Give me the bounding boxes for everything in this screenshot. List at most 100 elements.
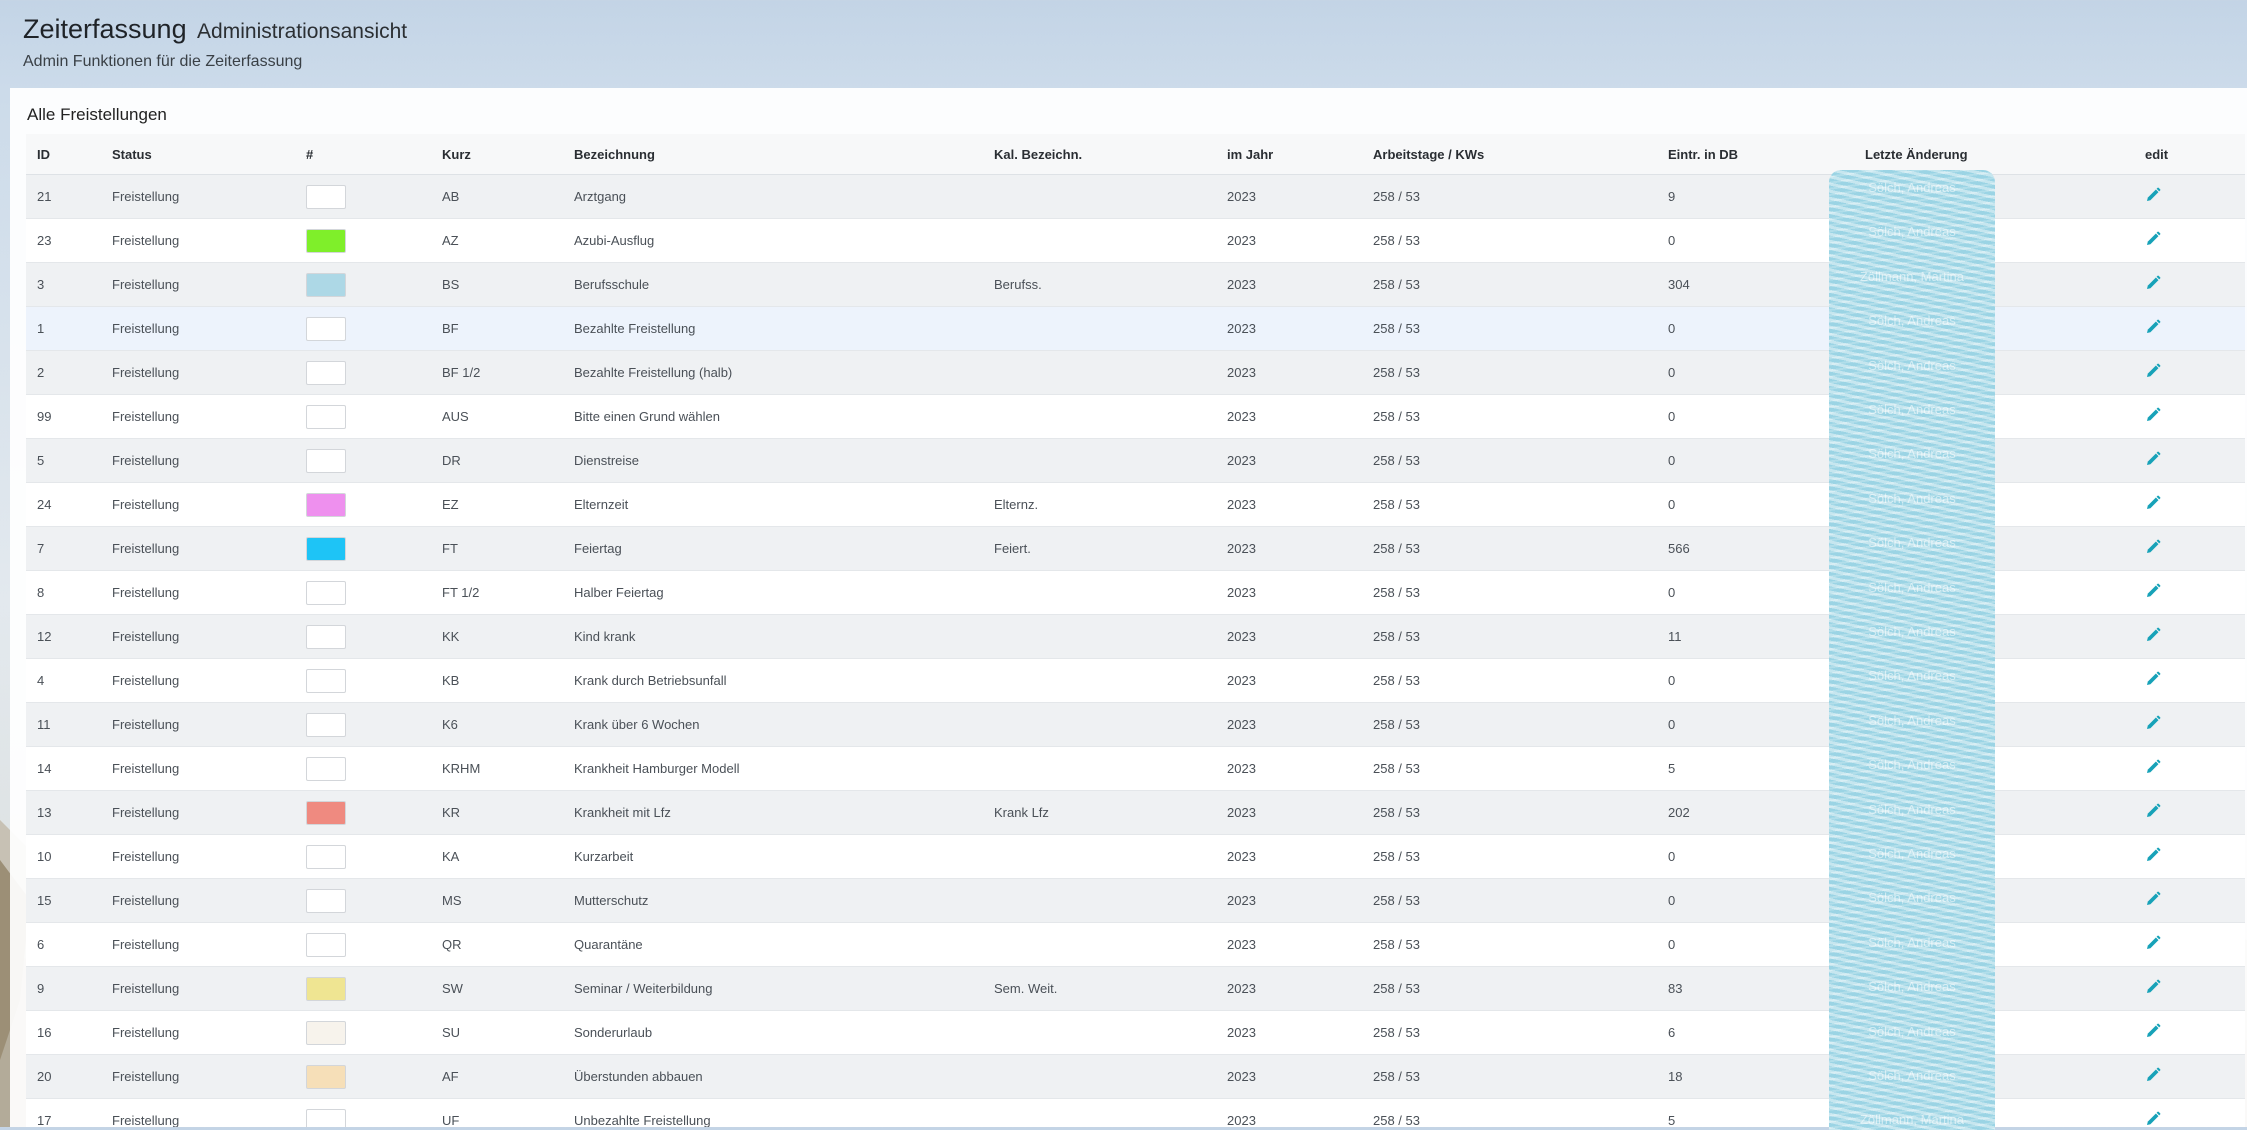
redacted-name: Sölch, Andreas [1868,1068,1956,1083]
color-swatch [306,624,346,649]
pencil-icon[interactable] [2145,671,2161,690]
cell-bezeichnung: Krank über 6 Wochen [563,702,983,747]
cell-jahr: 2023 [1216,438,1362,483]
column-header-col-color[interactable]: # [295,134,431,175]
color-swatch [306,316,346,341]
pencil-icon[interactable] [2145,451,2161,470]
color-swatch [306,1020,346,1045]
cell-jahr: 2023 [1216,614,1362,659]
cell-color [295,966,431,1011]
cell-kal-bezeichnung [983,174,1216,219]
cell-status: Freistellung [101,746,295,791]
cell-jahr: 2023 [1216,790,1362,835]
column-header-col-jahr[interactable]: im Jahr [1216,134,1362,175]
column-header-col-status[interactable]: Status [101,134,295,175]
cell-color [295,394,431,439]
pencil-icon[interactable] [2145,407,2161,426]
column-header-col-letzte-aenderung[interactable]: Letzte Änderung [1854,134,2134,175]
cell-status: Freistellung [101,306,295,351]
cell-arbeitstage: 258 / 53 [1362,350,1657,395]
cell-kurz: EZ [431,482,563,527]
cell-bezeichnung: Krankheit mit Lfz [563,790,983,835]
pencil-icon[interactable] [2145,187,2161,206]
color-swatch [306,1108,346,1127]
color-swatch [306,976,346,1001]
color-swatch [306,448,346,473]
pencil-icon[interactable] [2145,759,2161,778]
cell-kal-bezeichnung [983,1054,1216,1099]
cell-kal-bezeichnung [983,702,1216,747]
cell-edit [2134,394,2245,439]
column-header-col-bezeichnung[interactable]: Bezeichnung [563,134,983,175]
column-header-col-kal-bezeichnung[interactable]: Kal. Bezeichn. [983,134,1216,175]
cell-status: Freistellung [101,218,295,263]
cell-arbeitstage: 258 / 53 [1362,174,1657,219]
pencil-icon[interactable] [2145,583,2161,602]
cell-id: 2 [26,350,101,395]
cell-eintraege: 5 [1657,746,1854,791]
cell-id: 21 [26,174,101,219]
pencil-icon[interactable] [2145,1023,2161,1042]
redacted-name: Sölch, Andreas [1868,535,1956,551]
cell-color [295,658,431,703]
cell-kal-bezeichnung [983,746,1216,791]
cell-color [295,834,431,879]
redacted-name: Sölch, Andreas [1868,934,1956,950]
cell-kurz: KA [431,834,563,879]
cell-eintraege: 0 [1657,438,1854,483]
column-header-col-id[interactable]: ID [26,134,101,175]
pencil-icon[interactable] [2145,891,2161,910]
pencil-icon[interactable] [2145,979,2161,998]
cell-kal-bezeichnung [983,658,1216,703]
cell-jahr: 2023 [1216,1010,1362,1055]
cell-color [295,482,431,527]
pencil-icon[interactable] [2145,1067,2161,1086]
color-swatch [306,756,346,781]
cell-color [295,878,431,923]
cell-color [295,790,431,835]
cell-kurz: AF [431,1054,563,1099]
column-header-col-edit[interactable]: edit [2134,134,2245,175]
cell-kal-bezeichnung [983,438,1216,483]
page-header: Zeiterfassung Administrationsansicht Adm… [0,0,2247,88]
page-title: Zeiterfassung Administrationsansicht [23,14,407,45]
cell-jahr: 2023 [1216,658,1362,703]
cell-id: 10 [26,834,101,879]
color-swatch [306,844,346,869]
pencil-icon[interactable] [2145,319,2161,338]
pencil-icon[interactable] [2145,627,2161,646]
pencil-icon[interactable] [2145,847,2161,866]
cell-kurz: KB [431,658,563,703]
cell-kurz: BS [431,262,563,307]
pencil-icon[interactable] [2145,803,2161,822]
redacted-name: Sölch, Andreas [1868,801,1956,817]
color-swatch [306,360,346,385]
cell-arbeitstage: 258 / 53 [1362,1010,1657,1055]
cell-kal-bezeichnung [983,1098,1216,1127]
cell-arbeitstage: 258 / 53 [1362,394,1657,439]
cell-jahr: 2023 [1216,746,1362,791]
pencil-icon[interactable] [2145,231,2161,250]
cell-id: 14 [26,746,101,791]
column-header-col-arbeitstage[interactable]: Arbeitstage / KWs [1362,134,1657,175]
pencil-icon[interactable] [2145,495,2161,514]
pencil-icon[interactable] [2145,363,2161,382]
cell-eintraege: 0 [1657,702,1854,747]
cell-edit [2134,922,2245,967]
cell-id: 17 [26,1098,101,1127]
cell-color [295,174,431,219]
cell-bezeichnung: Arztgang [563,174,983,219]
column-header-col-kurz[interactable]: Kurz [431,134,563,175]
pencil-icon[interactable] [2145,275,2161,294]
pencil-icon[interactable] [2145,715,2161,734]
pencil-icon[interactable] [2145,935,2161,954]
column-header-col-eintraege[interactable]: Eintr. in DB [1657,134,1854,175]
pencil-icon[interactable] [2145,1111,2161,1127]
redacted-name: Sölch, Andreas [1868,668,1956,684]
cell-bezeichnung: Azubi-Ausflug [563,218,983,263]
cell-jahr: 2023 [1216,262,1362,307]
cell-color [295,1054,431,1099]
cell-kurz: FT [431,526,563,571]
pencil-icon[interactable] [2145,539,2161,558]
redacted-name: Sölch, Andreas [1868,1023,1956,1039]
